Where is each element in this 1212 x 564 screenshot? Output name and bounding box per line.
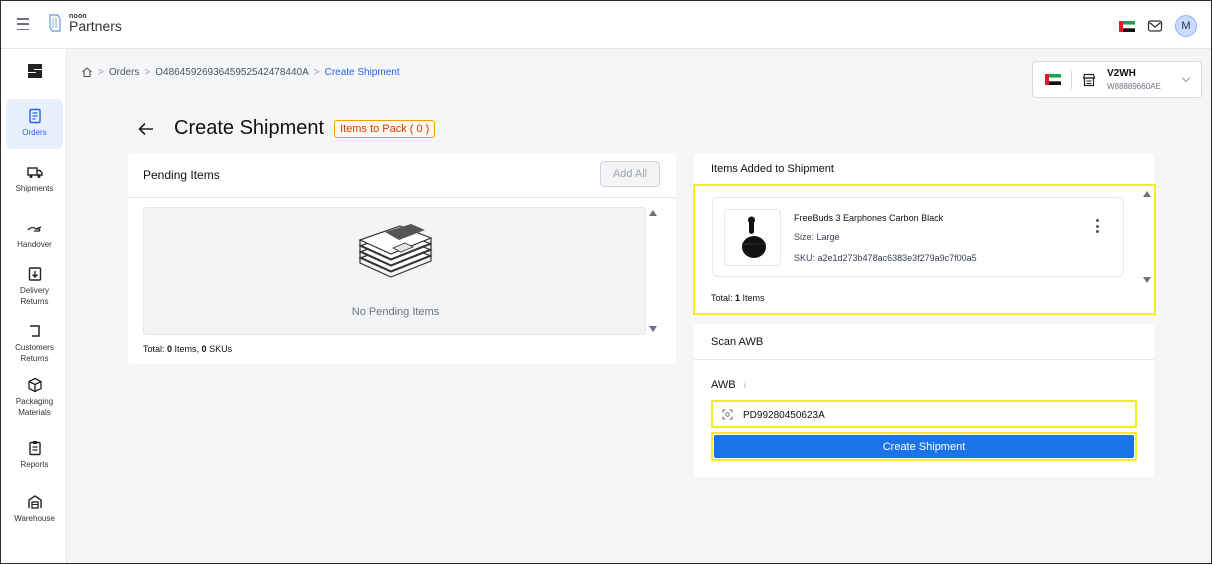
uae-flag-icon[interactable] [1119, 20, 1135, 32]
sidebar-item-packaging-materials[interactable]: Packaging Materials [6, 377, 63, 418]
store-icon [1082, 73, 1096, 87]
info-icon[interactable]: i [744, 381, 746, 390]
uae-flag-icon [1045, 74, 1061, 85]
scan-awb-heading: Scan AWB [711, 336, 764, 348]
page-title: Create Shipment [174, 117, 325, 139]
brand-logo[interactable]: noon Partners [47, 13, 122, 33]
scroll-up-icon[interactable] [649, 210, 657, 216]
empty-packages-icon [358, 224, 433, 278]
chevron-right-icon: > [313, 66, 320, 78]
warehouse-selector[interactable]: V2WH W88889660AE [1032, 61, 1202, 98]
truck-icon [26, 167, 43, 178]
scroll-down-icon[interactable] [649, 326, 657, 332]
sidebar-item-label: Warehouse [14, 514, 55, 523]
item-name: FreeBuds 3 Earphones Carbon Black [794, 213, 944, 223]
sidebar-item-warehouse[interactable]: Warehouse [6, 494, 63, 524]
home-icon[interactable] [81, 66, 93, 78]
chevron-right-icon: > [144, 66, 151, 78]
divider [1071, 71, 1072, 89]
earphone-case-icon [742, 216, 766, 258]
orders-icon [28, 108, 41, 124]
user-avatar[interactable]: M [1175, 15, 1197, 37]
scroll-down-icon[interactable] [1143, 277, 1151, 283]
scan-awb-panel: Scan AWB AWB i Create Shipment [694, 324, 1154, 477]
mail-icon[interactable] [1147, 19, 1163, 33]
total-label: Total: [143, 344, 168, 354]
items-word: Items [740, 293, 765, 303]
warehouse-code: W88889660AE [1107, 82, 1161, 91]
add-all-button[interactable]: Add All [600, 161, 660, 187]
sidebar-item-customers-returns[interactable]: Customers Returns [6, 323, 63, 364]
app-logo-icon[interactable] [25, 61, 45, 81]
chevron-down-icon [1181, 77, 1191, 83]
delivery-returns-icon [28, 267, 41, 281]
empty-state-text: No Pending Items [351, 306, 440, 318]
pending-items-list[interactable]: No Pending Items [143, 207, 646, 335]
item-sku: SKU: a2e1d273b478ac6383e3f279a9c7f00a5 [794, 253, 977, 263]
page-header: Create Shipment Items to Pack ( 0 ) [138, 117, 436, 140]
sidebar: Orders Shipments Handover Delivery Retur… [1, 49, 67, 563]
reports-icon [28, 441, 41, 456]
pending-total: Total: 0 Items, 0 SKUs [143, 344, 232, 354]
back-arrow-icon[interactable] [138, 122, 154, 136]
added-total: Total: 1 Items [711, 293, 765, 303]
sidebar-item-shipments[interactable]: Shipments [6, 164, 63, 194]
scan-icon[interactable] [722, 409, 733, 420]
create-shipment-button[interactable]: Create Shipment [714, 435, 1134, 458]
pending-items-heading: Pending Items [143, 168, 220, 182]
breadcrumb-current: Create Shipment [324, 66, 400, 78]
sidebar-item-label: Orders [22, 128, 47, 137]
awb-label: AWB [711, 379, 736, 391]
breadcrumb-order-id-link[interactable]: O48645926936459525424784​40A [155, 67, 309, 78]
items-word: Items, [172, 344, 202, 354]
more-options-icon[interactable] [1095, 219, 1099, 233]
items-added-panel: Items Added to Shipment FreeBuds 3 Earph… [693, 153, 1156, 317]
divider [128, 197, 676, 198]
sidebar-item-label: Packaging Materials [15, 397, 54, 417]
top-bar: noon Partners M [1, 1, 1211, 49]
highlight-box: Create Shipment [711, 432, 1137, 461]
chevron-right-icon: > [98, 66, 104, 78]
sidebar-item-orders[interactable]: Orders [6, 99, 63, 149]
breadcrumb: > Orders > O48645926936459525424784​40A … [81, 66, 400, 78]
noon-partners-logo-icon [49, 14, 61, 32]
handover-icon [27, 226, 41, 232]
items-added-heading: Items Added to Shipment [711, 163, 834, 175]
warehouse-name: V2WH [1107, 68, 1136, 79]
menu-icon[interactable] [17, 18, 29, 30]
customer-returns-icon [29, 325, 40, 337]
awb-input[interactable] [743, 406, 1123, 424]
product-image [724, 209, 781, 266]
skus-word: SKUs [206, 344, 233, 354]
sidebar-item-delivery-returns[interactable]: Delivery Returns [6, 266, 63, 307]
sidebar-item-label: Shipments [15, 184, 54, 193]
brand-name: Partners [69, 18, 122, 34]
breadcrumb-orders-link[interactable]: Orders [109, 67, 140, 78]
items-to-pack-badge: Items to Pack ( 0 ) [334, 119, 436, 138]
pending-items-panel: Pending Items Add All No Pending Items T… [128, 153, 676, 364]
sidebar-item-reports[interactable]: Reports [6, 440, 63, 470]
sidebar-item-handover[interactable]: Handover [6, 220, 63, 250]
item-size: Size: Large [794, 232, 840, 242]
sidebar-item-label: Reports [20, 460, 49, 469]
shipment-item-card[interactable]: FreeBuds 3 Earphones Carbon Black Size: … [712, 197, 1124, 277]
awb-field[interactable] [711, 400, 1137, 428]
package-icon [27, 377, 42, 393]
sidebar-item-label: Customers Returns [15, 343, 54, 363]
total-label: Total: [711, 293, 736, 303]
sidebar-item-label: Delivery Returns [20, 286, 49, 306]
sidebar-item-label: Handover [17, 240, 52, 249]
app-window: noon Partners M Orders Shipments Handove… [0, 0, 1212, 564]
divider [694, 359, 1154, 360]
warehouse-icon [27, 495, 42, 509]
scroll-up-icon[interactable] [1143, 191, 1151, 197]
